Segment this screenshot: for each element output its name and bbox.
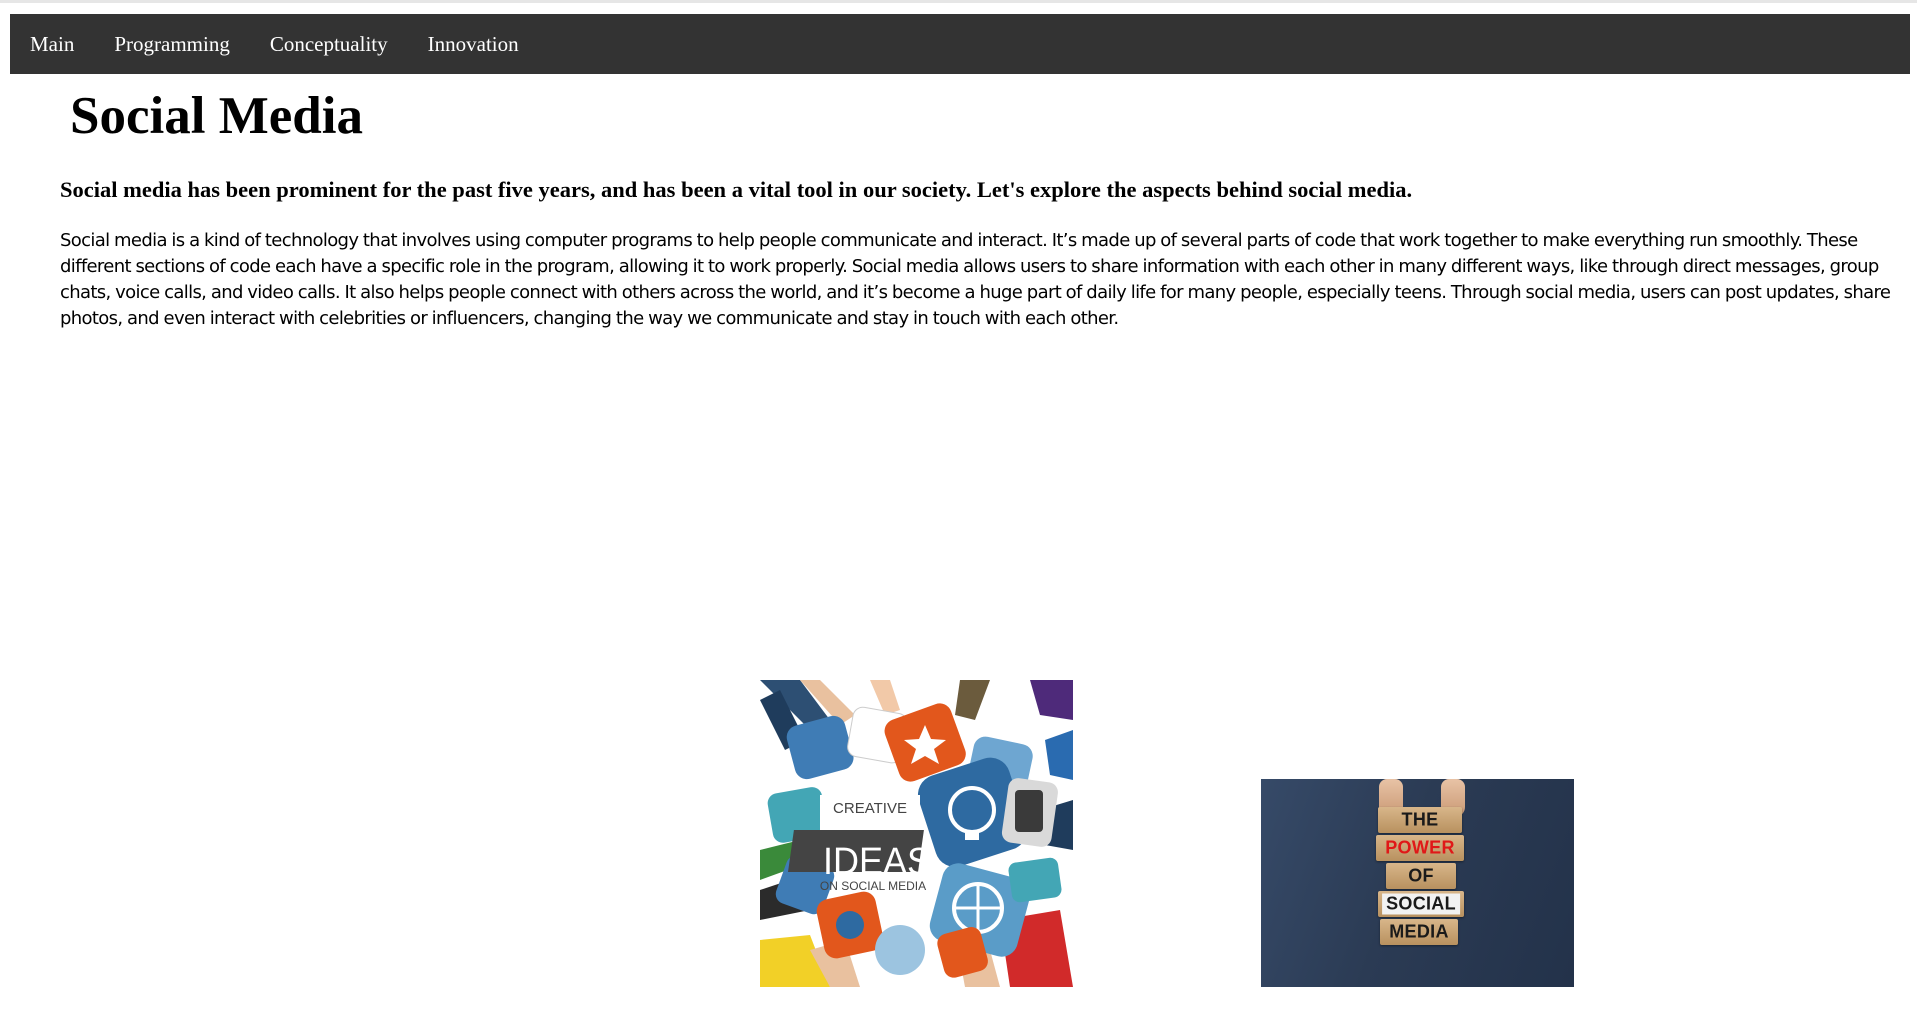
block-media: MEDIA xyxy=(1380,919,1458,945)
creative-ideas-image: CREATIVE IDEAS ON SOCIAL MEDIA xyxy=(760,680,1073,987)
page-title: Social Media xyxy=(70,87,363,145)
block-of: OF xyxy=(1386,863,1456,889)
nav-link-main[interactable]: Main xyxy=(10,14,94,74)
power-of-social-media-image: THE POWER OF SOCIAL MEDIA xyxy=(1261,779,1574,987)
creative-ideas-illustration: CREATIVE IDEAS ON SOCIAL MEDIA xyxy=(760,680,1073,987)
nav-link-programming[interactable]: Programming xyxy=(94,14,250,74)
ideas-line2: IDEAS xyxy=(823,840,931,882)
block-social: SOCIAL xyxy=(1378,891,1464,917)
block-the: THE xyxy=(1378,807,1462,833)
ideas-line3: ON SOCIAL MEDIA xyxy=(820,879,926,893)
ideas-line1: CREATIVE xyxy=(833,800,907,817)
wooden-blocks: THE POWER OF SOCIAL MEDIA xyxy=(1376,807,1464,947)
lead-paragraph: Social media has been prominent for the … xyxy=(60,177,1413,202)
block-power: POWER xyxy=(1376,835,1464,861)
nav-link-innovation[interactable]: Innovation xyxy=(408,14,539,74)
nav-link-conceptuality[interactable]: Conceptuality xyxy=(250,14,408,74)
top-navbar: Main Programming Conceptuality Innovatio… xyxy=(10,14,1910,74)
body-paragraph: Social media is a kind of technology tha… xyxy=(60,230,1891,329)
browser-top-edge xyxy=(0,0,1917,3)
